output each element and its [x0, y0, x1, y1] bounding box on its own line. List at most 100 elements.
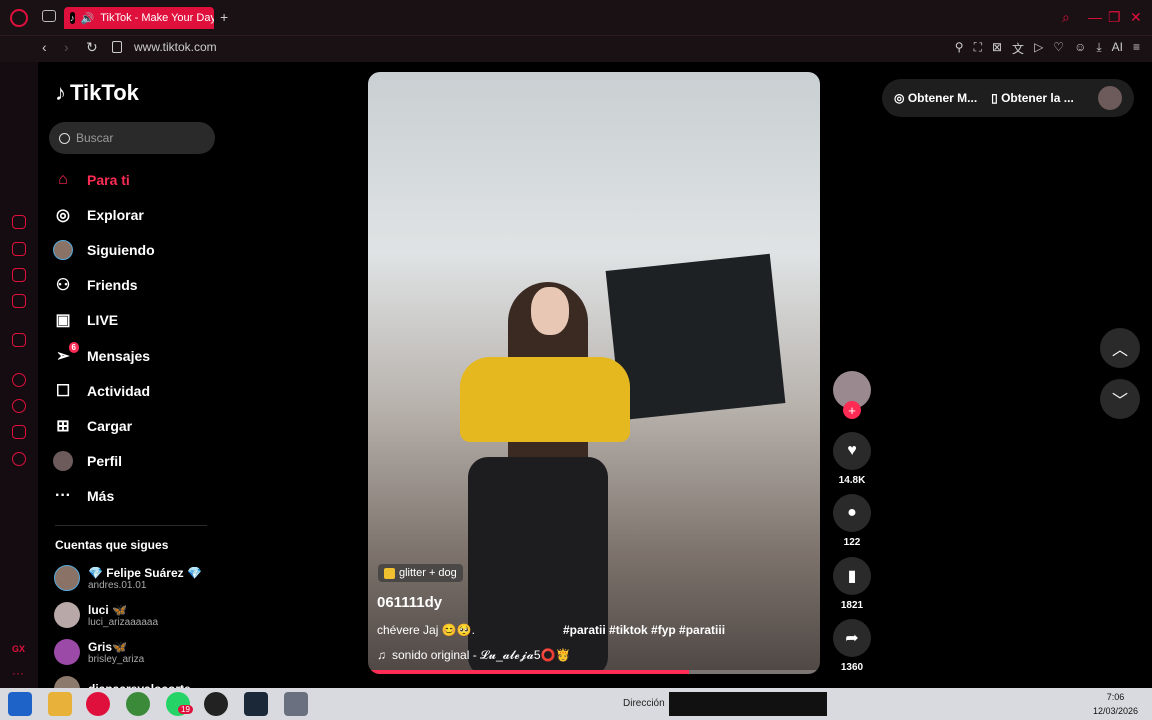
new-tab-button[interactable]: + [220, 9, 228, 25]
next-video-button[interactable]: ﹀ [1100, 379, 1140, 419]
nav-item-live[interactable]: ▣ LIVE [53, 303, 155, 338]
video-sound[interactable]: ♫ sonido original - 𝓛𝓾_𝓪𝓵𝓮𝓳𝓪5⭕🫅 [377, 648, 570, 663]
nav-label: Actividad [87, 382, 151, 399]
sidebar-app-icon-3[interactable] [12, 268, 26, 282]
opera-logo-icon[interactable] [10, 9, 28, 27]
tiktok-logo[interactable]: ♪ TikTok [55, 80, 139, 106]
save-action[interactable]: ▮ 1821 [833, 557, 871, 611]
avatar [54, 602, 80, 628]
comment-count: 122 [843, 537, 861, 548]
music-note-icon: ♫ [377, 648, 386, 662]
nav-label: Más [87, 488, 115, 505]
twitch-icon[interactable] [12, 333, 26, 347]
forward-button[interactable]: › [64, 39, 69, 55]
video-hashtags[interactable]: #paratii #tiktok #fyp #paratiii [563, 623, 725, 637]
search-input[interactable]: Buscar [49, 122, 215, 154]
back-button[interactable]: ‹ [42, 39, 47, 55]
get-app-button[interactable]: ▯ Obtener la ... [991, 91, 1074, 105]
nav-label: Perfil [87, 453, 123, 470]
opera-gx-icon[interactable] [86, 692, 110, 716]
sidebar-app-icon-2[interactable] [12, 242, 26, 256]
video-progress-fill [368, 670, 689, 674]
download-icon[interactable]: ⤓ [1096, 40, 1101, 57]
sidebar-app-icon-1[interactable] [12, 215, 26, 229]
translate-icon[interactable]: 文 [1012, 40, 1024, 57]
nav-item-explorar[interactable]: ◎ Explorar [53, 197, 155, 232]
nav-item-cargar[interactable]: ⊞ Cargar [53, 408, 155, 443]
app-icon[interactable] [204, 692, 228, 716]
video-player[interactable]: glitter + dog 061111dy chévere Jaj 😊🥺. #… [368, 72, 820, 674]
comment-action[interactable]: ● 122 [833, 494, 871, 548]
save-count: 1821 [840, 600, 864, 611]
close-button[interactable]: ✕ [1130, 9, 1142, 26]
reload-button[interactable]: ↻ [86, 39, 98, 56]
get-coins-button[interactable]: ◎ Obtener M... [894, 91, 977, 105]
history-icon[interactable] [12, 399, 26, 413]
speaker-icon[interactable]: 🔊 [81, 12, 95, 25]
account-name: luci 🦋 [88, 602, 127, 617]
account-icon[interactable]: ☺ [1074, 40, 1086, 57]
user-avatar[interactable] [1098, 86, 1122, 110]
nav-item-para-ti[interactable]: ⌂ Para ti [53, 162, 155, 197]
chevron-up-icon: ︿ [1111, 342, 1128, 359]
more-icon[interactable]: ··· [12, 666, 24, 680]
shield-icon[interactable]: ⊠ [992, 40, 1002, 57]
like-action[interactable]: ♥ 14.8K [833, 432, 871, 486]
top-right-actions: ◎ Obtener M... ▯ Obtener la ... [882, 79, 1134, 117]
nav-item-actividad[interactable]: ☐ Actividad [53, 373, 155, 408]
share-icon[interactable]: ➦ [833, 619, 871, 657]
pin-icon[interactable]: ⚲ [955, 40, 964, 57]
heart-icon[interactable]: ♥ [833, 432, 871, 470]
tab-islands-icon[interactable] [42, 10, 56, 22]
nav-item-mensajes[interactable]: ➢ 6 Mensajes [53, 338, 155, 373]
share-count: 1360 [840, 662, 864, 673]
video-username[interactable]: 061111dy [377, 594, 442, 611]
nav-item-mas[interactable]: ··· Más [53, 479, 155, 514]
sidebar-app-icon-4[interactable] [12, 294, 26, 308]
play-icon[interactable]: ▷ [1034, 40, 1043, 57]
friends-icon: ⚇ [55, 277, 71, 295]
ai-button[interactable]: AI [1112, 40, 1123, 57]
menu-icon[interactable]: ≡ [1133, 40, 1140, 57]
bookmark-icon[interactable]: ▮ [833, 557, 871, 595]
file-explorer-icon[interactable] [48, 692, 72, 716]
nav-label: Explorar [87, 206, 144, 223]
url-text[interactable]: www.tiktok.com [134, 40, 217, 54]
heart-icon[interactable]: ♡ [1053, 40, 1064, 57]
account-name: Gris🦋 [88, 639, 127, 654]
chrome-icon[interactable] [126, 692, 150, 716]
following-account[interactable]: 💎 Felipe Suárez 💎 andres.01.01 [54, 565, 202, 591]
nav-item-friends[interactable]: ⚇ Friends [53, 268, 155, 303]
video-progress-bar[interactable] [368, 670, 820, 674]
start-icon[interactable] [8, 692, 32, 716]
follow-button[interactable]: + [843, 401, 861, 419]
comment-icon[interactable]: ● [833, 494, 871, 532]
nav-divider [55, 525, 207, 526]
following-account[interactable]: Gris🦋 brisley_ariza [54, 639, 144, 665]
taskbar-address-input[interactable] [669, 692, 827, 716]
gx-icon[interactable]: GX [12, 644, 25, 654]
snapshot-icon[interactable]: ⛶ [974, 40, 982, 57]
following-account[interactable]: luci 🦋 luci_arizaaaaaa [54, 602, 158, 628]
nav-item-perfil[interactable]: Perfil [53, 444, 155, 479]
app-window-icon[interactable] [284, 692, 308, 716]
effect-tag[interactable]: glitter + dog [378, 564, 463, 582]
tab-tiktok[interactable]: ♪ 🔊 TikTok - Make Your Day [64, 7, 214, 29]
effect-label: glitter + dog [399, 567, 457, 579]
search-icon[interactable]: ⌕ [1062, 9, 1070, 26]
player-icon[interactable] [12, 373, 26, 387]
system-clock[interactable]: 7:06 12/03/2026 [1093, 690, 1138, 718]
tab-title: TikTok - Make Your Day [100, 12, 214, 24]
lock-icon[interactable] [112, 41, 122, 53]
opera-sidebar: GX ··· [0, 62, 38, 688]
messages-icon: ➢ 6 [53, 341, 79, 366]
nav-item-siguiendo[interactable]: Siguiendo [53, 232, 155, 267]
share-action[interactable]: ➦ 1360 [833, 619, 871, 673]
steam-icon[interactable] [244, 692, 268, 716]
maximize-button[interactable]: ❐ [1108, 9, 1121, 26]
extensions-icon[interactable] [12, 425, 26, 439]
settings-icon[interactable] [12, 452, 26, 466]
previous-video-button[interactable]: ︿ [1100, 328, 1140, 368]
account-username: luci_arizaaaaaa [88, 616, 159, 628]
minimize-button[interactable]: — [1088, 9, 1102, 25]
